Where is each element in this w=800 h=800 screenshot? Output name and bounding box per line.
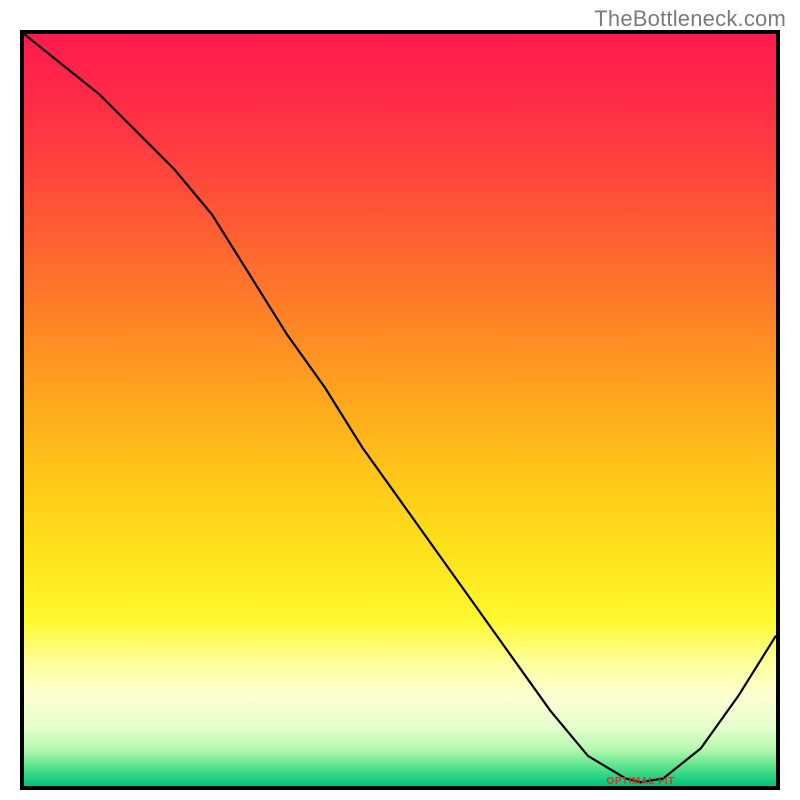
- plot-frame: OPTIMAL FIT: [20, 30, 780, 790]
- curve-layer: [24, 34, 776, 786]
- watermark-text: TheBottleneck.com: [594, 6, 786, 32]
- bottleneck-curve: [24, 34, 776, 782]
- chart-container: TheBottleneck.com OPTIMAL FIT: [0, 0, 800, 800]
- footer-annotation: OPTIMAL FIT: [607, 776, 675, 787]
